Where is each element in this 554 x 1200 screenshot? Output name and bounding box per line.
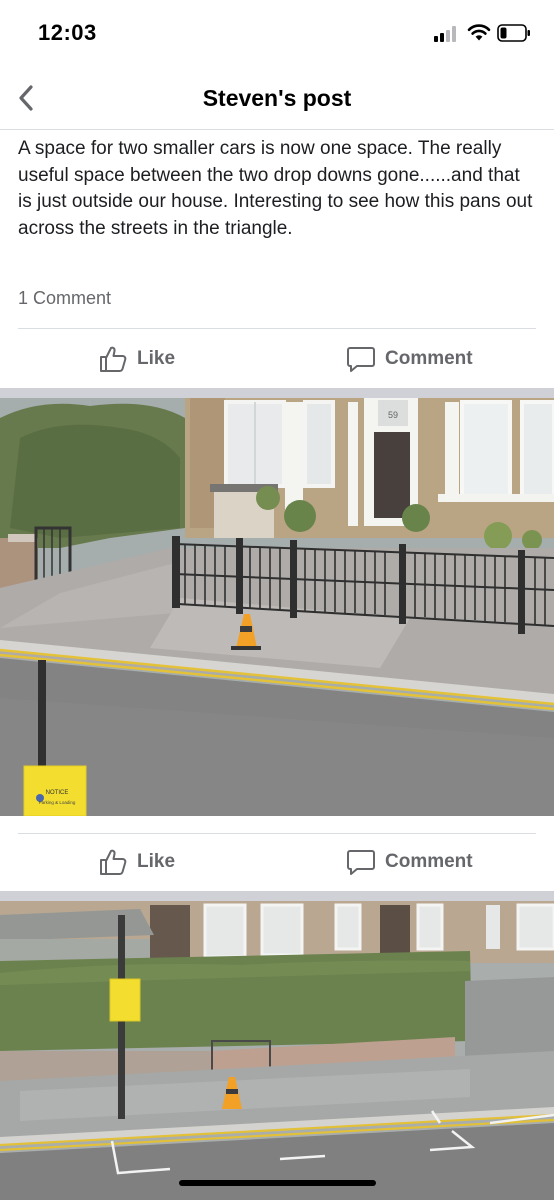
- status-time: 12:03: [38, 20, 97, 45]
- like-label: Like: [137, 851, 176, 872]
- street-photo-image: 59 NOTICE Parking & Loading: [0, 398, 554, 816]
- divider: [18, 328, 536, 329]
- status-bar: 12:03: [0, 0, 554, 68]
- post-photo-1[interactable]: 59 NOTICE Parking & Loading: [0, 398, 554, 816]
- comment-button[interactable]: Comment: [346, 331, 473, 387]
- comment-label: Comment: [385, 348, 473, 369]
- like-label: Like: [137, 348, 176, 369]
- comment-count[interactable]: 1 Comment: [18, 288, 111, 309]
- speech-bubble-icon: [347, 850, 375, 875]
- post-header: Steven's post: [0, 68, 554, 130]
- post-action-bar: Like Comment: [0, 331, 554, 387]
- photo-action-bar: Like Comment: [0, 834, 554, 890]
- thumbs-up-icon: [100, 849, 127, 875]
- like-button[interactable]: Like: [98, 834, 175, 890]
- home-indicator[interactable]: [179, 1180, 376, 1186]
- thumbs-up-icon: [100, 346, 127, 372]
- speech-bubble-icon: [347, 347, 375, 372]
- post-photo-2[interactable]: [0, 901, 554, 1200]
- comment-button[interactable]: Comment: [346, 834, 473, 890]
- post-text: A space for two smaller cars is now one …: [18, 138, 533, 239]
- like-button[interactable]: Like: [98, 331, 175, 387]
- comment-label: Comment: [385, 851, 473, 872]
- battery-icon: [497, 24, 530, 42]
- section-separator: [0, 891, 554, 901]
- cellular-signal-icon: [434, 26, 460, 42]
- page-title: Steven's post: [202, 85, 352, 111]
- street-photo-image: [0, 901, 554, 1200]
- section-separator: [0, 388, 554, 398]
- wifi-icon: [467, 24, 491, 41]
